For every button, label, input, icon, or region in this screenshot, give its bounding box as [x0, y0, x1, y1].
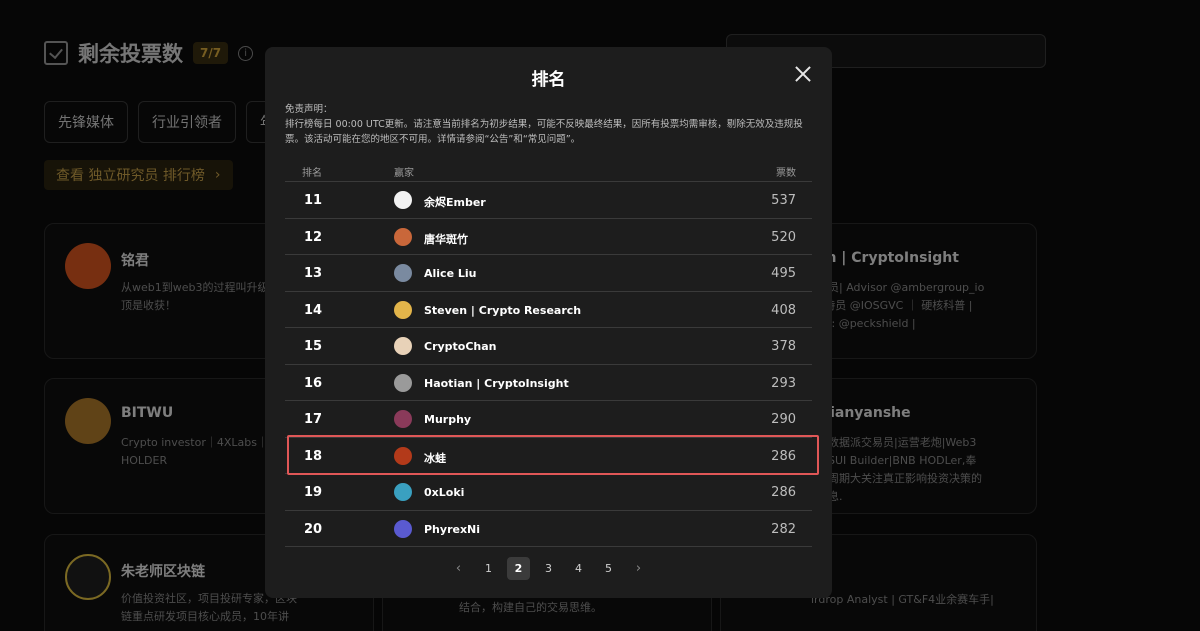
- disclaimer: 免责声明： 排行榜每日 00:00 UTC更新。请注意当前排名为初步结果，可能不…: [285, 102, 815, 147]
- player-name[interactable]: Murphy: [424, 413, 471, 426]
- modal-title: 排名: [531, 70, 566, 90]
- table-row[interactable]: 14 Steven | Crypto Research 408: [285, 292, 812, 328]
- player-name[interactable]: Steven | Crypto Research: [424, 304, 581, 317]
- vote-count: 286: [771, 485, 796, 500]
- avatar: [394, 227, 412, 246]
- vote-count: 290: [771, 412, 796, 427]
- column-rank: 排名: [302, 168, 322, 179]
- avatar: [394, 519, 412, 538]
- page-5[interactable]: 5: [597, 557, 620, 580]
- chevron-right-icon[interactable]: ›: [627, 557, 650, 580]
- rank-number: 13: [304, 266, 323, 281]
- player-name[interactable]: Alice Liu: [424, 267, 476, 280]
- avatar: [394, 337, 412, 355]
- disclaimer-body: 排行榜每日 00:00 UTC更新。请注意当前排名为初步结果，可能不反映最终结果…: [285, 119, 803, 145]
- rank-number: 12: [304, 229, 323, 245]
- rank-number: 17: [304, 412, 323, 427]
- player-name[interactable]: PhyrexNi: [424, 523, 480, 536]
- vote-count: 537: [771, 193, 796, 208]
- table-row[interactable]: 19 0xLoki 286: [285, 474, 812, 511]
- table-row[interactable]: 17 Murphy 290: [285, 401, 812, 438]
- vote-count: 520: [771, 229, 796, 245]
- avatar: [394, 300, 412, 319]
- player-name[interactable]: CryptoChan: [424, 340, 497, 353]
- column-votes: 票数: [776, 168, 796, 179]
- avatar: [394, 410, 412, 428]
- table-row[interactable]: 13 Alice Liu 495: [285, 255, 812, 292]
- close-icon[interactable]: [794, 65, 812, 83]
- player-name[interactable]: 唐华斑竹: [424, 231, 468, 247]
- rank-number: 19: [304, 485, 323, 500]
- pagination: ‹ 1 2 3 4 5 ›: [265, 557, 832, 580]
- ranking-table-body: 11 余烬Ember 537 12 唐华斑竹 520 13 Alice Liu 495 14 Ste…: [285, 182, 812, 547]
- avatar: [394, 191, 412, 209]
- table-row[interactable]: 12 唐华斑竹 520: [285, 219, 812, 255]
- rank-number: 16: [304, 375, 323, 391]
- rank-number: 18: [304, 448, 323, 464]
- page-3[interactable]: 3: [537, 557, 560, 580]
- table-row[interactable]: 15 CryptoChan 378: [285, 328, 812, 365]
- vote-count: 286: [771, 448, 796, 464]
- vote-count: 495: [771, 266, 796, 281]
- vote-count: 282: [771, 521, 796, 537]
- ranking-table-header: 排名 赢家 票数: [285, 160, 812, 182]
- vote-count: 378: [771, 339, 796, 354]
- player-name[interactable]: 冰蛙: [424, 450, 446, 466]
- ranking-modal: 排名 免责声明： 排行榜每日 00:00 UTC更新。请注意当前排名为初步结果，…: [265, 47, 832, 598]
- player-name[interactable]: Haotian | CryptoInsight: [424, 377, 569, 390]
- table-row[interactable]: 16 Haotian | CryptoInsight 293: [285, 365, 812, 401]
- avatar: [394, 446, 412, 465]
- avatar: [394, 483, 412, 501]
- table-row[interactable]: 11 余烬Ember 537: [285, 182, 812, 219]
- rank-number: 20: [304, 521, 323, 537]
- page-2-current[interactable]: 2: [507, 557, 530, 580]
- disclaimer-title: 免责声明：: [285, 104, 333, 115]
- player-name[interactable]: 0xLoki: [424, 486, 464, 499]
- rank-number: 14: [304, 302, 323, 318]
- vote-count: 293: [771, 375, 796, 391]
- rank-number: 15: [304, 339, 323, 354]
- rank-number: 11: [304, 193, 323, 208]
- table-row[interactable]: 20 PhyrexNi 282: [285, 511, 812, 547]
- player-name[interactable]: 余烬Ember: [424, 194, 486, 210]
- chevron-left-icon[interactable]: ‹: [447, 557, 470, 580]
- page-1[interactable]: 1: [477, 557, 500, 580]
- avatar: [394, 373, 412, 392]
- table-row[interactable]: 18 冰蛙 286: [285, 438, 812, 474]
- page-4[interactable]: 4: [567, 557, 590, 580]
- avatar: [394, 264, 412, 282]
- vote-count: 408: [771, 302, 796, 318]
- column-player: 赢家: [394, 168, 414, 179]
